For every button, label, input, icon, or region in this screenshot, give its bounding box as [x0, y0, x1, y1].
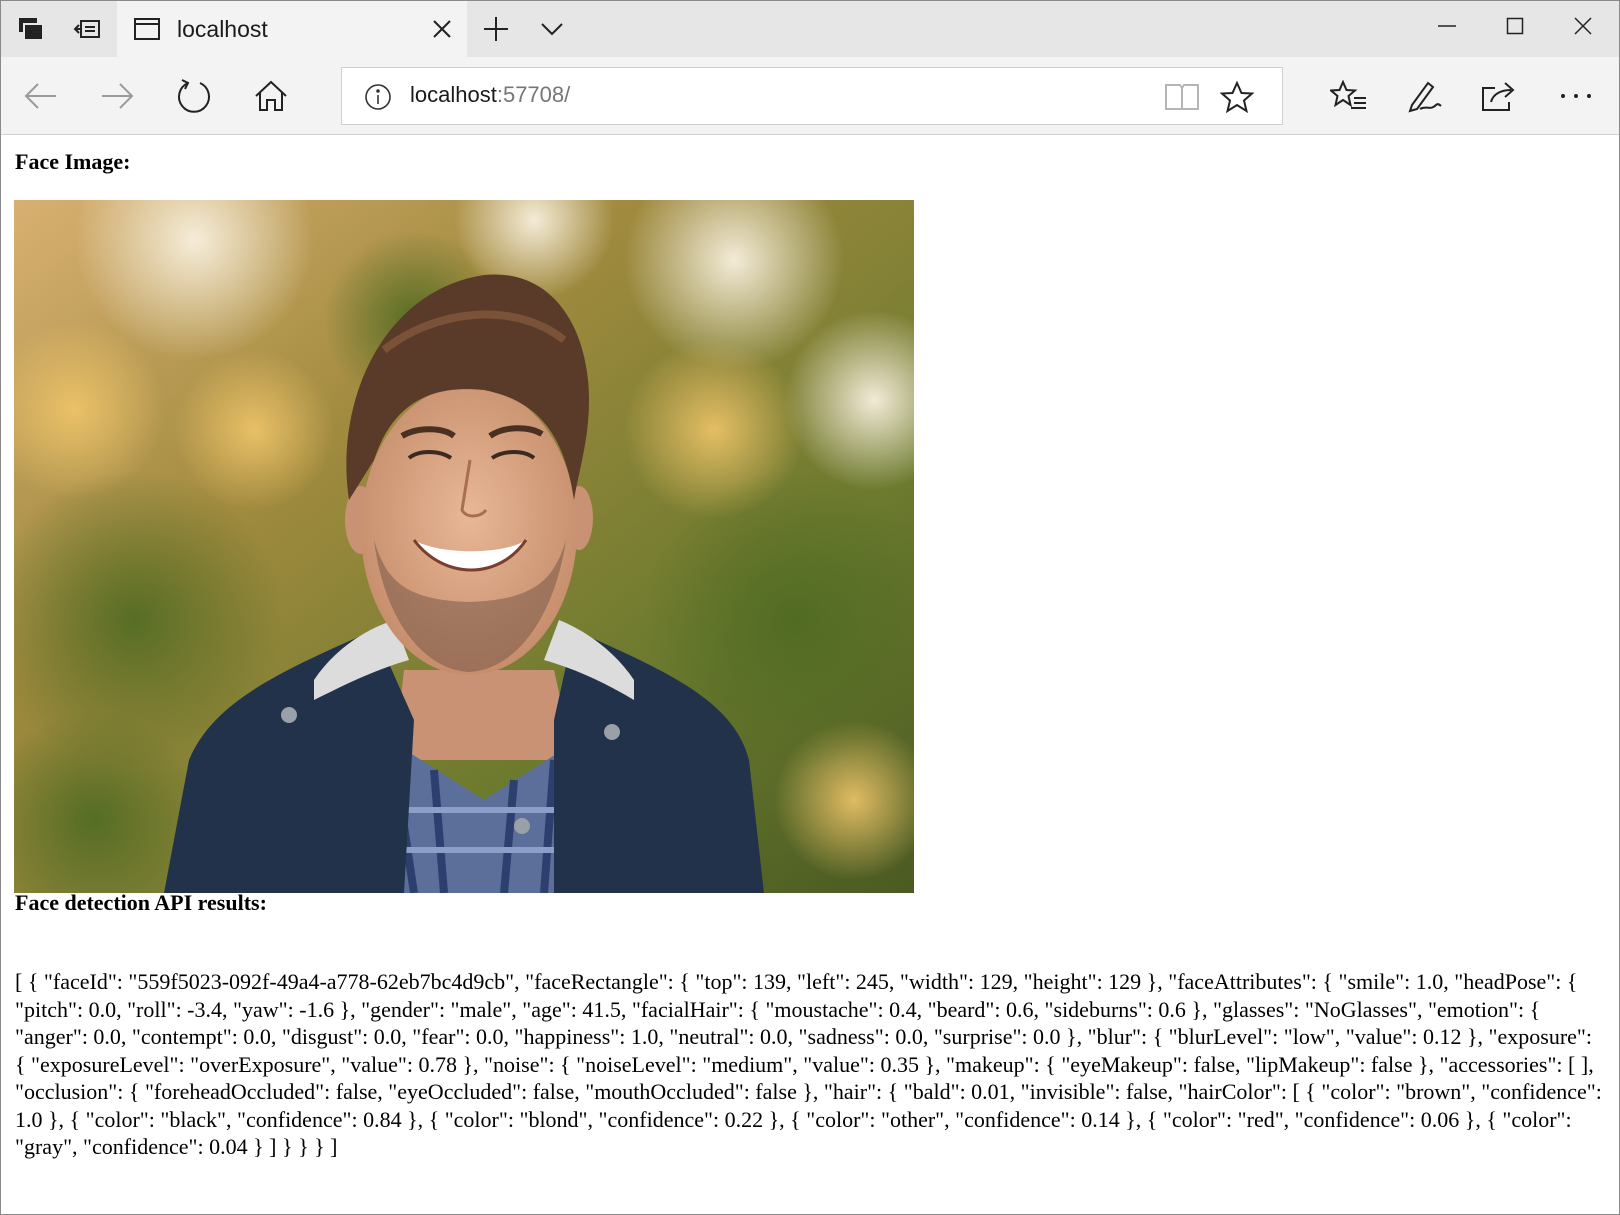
url-port-path: :57708/: [496, 82, 571, 107]
close-icon[interactable]: [417, 1, 467, 57]
address-bar[interactable]: localhost:57708/: [341, 67, 1283, 125]
url-host: localhost: [410, 82, 497, 107]
share-icon[interactable]: [1467, 57, 1531, 135]
book-icon[interactable]: [1162, 78, 1202, 116]
chevron-down-icon[interactable]: [524, 1, 580, 57]
results-heading: Face detection API results:: [15, 890, 267, 915]
tab-actions-icon[interactable]: [3, 1, 59, 57]
face-image-heading: Face Image:: [15, 149, 131, 174]
minimize-icon[interactable]: [1413, 1, 1481, 51]
home-icon[interactable]: [239, 57, 303, 135]
ellipsis-icon[interactable]: [1544, 57, 1608, 135]
face-photo: [14, 200, 914, 893]
maximize-icon[interactable]: [1481, 1, 1549, 51]
navigation-bar: localhost:57708/: [1, 57, 1619, 135]
url-text: localhost:57708/: [410, 82, 570, 108]
arrow-right-icon[interactable]: [85, 57, 149, 135]
set-tabs-aside-icon[interactable]: [59, 1, 115, 57]
tab-localhost[interactable]: localhost: [117, 1, 467, 57]
tab-title: localhost: [177, 15, 268, 42]
info-icon[interactable]: [362, 81, 394, 113]
close-window-icon[interactable]: [1549, 1, 1617, 51]
refresh-icon[interactable]: [162, 57, 226, 135]
page-content: Face Image: Face detection API results: …: [1, 136, 1619, 1214]
pen-icon[interactable]: [1392, 57, 1456, 135]
arrow-left-icon[interactable]: [9, 57, 73, 135]
page-icon: [131, 14, 163, 44]
favorites-list-icon[interactable]: [1317, 57, 1381, 135]
star-icon[interactable]: [1216, 76, 1258, 118]
browser-window: localhost localhost:57708/ Face Image: F…: [0, 0, 1620, 1215]
results-json: [ { "faceId": "559f5023-092f-49a4-a778-6…: [15, 969, 1602, 1159]
tab-bar: localhost: [1, 1, 1619, 57]
plus-icon[interactable]: [468, 1, 524, 57]
